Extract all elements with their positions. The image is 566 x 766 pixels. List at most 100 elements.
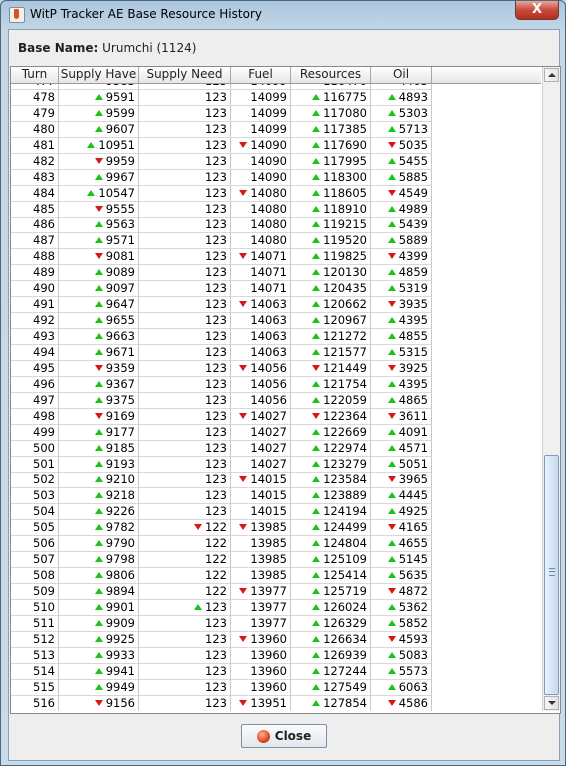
cell-value: 9790	[105, 536, 135, 551]
cell-value: 480	[33, 121, 55, 136]
cell-supply-have: 9218	[59, 488, 139, 505]
cell-supply-need: 123	[139, 297, 231, 314]
cell-supply-have: 9941	[59, 663, 139, 680]
vertical-scrollbar[interactable]	[542, 67, 560, 711]
table-row[interactable]: 505 9782 122 13985 124499 4165	[11, 520, 432, 537]
cell-oil: 4549	[371, 185, 432, 202]
table-row[interactable]: 503 9218 123 14015 123889 4445	[11, 488, 432, 505]
table-row[interactable]: 478 9591 123 14099 116775 4893	[11, 89, 432, 106]
table-row[interactable]: 488 9081 123 14071 119825 4399	[11, 249, 432, 266]
cell-supply-need: 123	[139, 153, 231, 170]
table-row[interactable]: 490 9097 123 14071 120435 5319	[11, 281, 432, 298]
table-row[interactable]: 487 9571 123 14080 119520 5889	[11, 233, 432, 250]
column-header-turn[interactable]: Turn	[11, 67, 59, 83]
window-close-button[interactable]: X	[515, 1, 559, 20]
table-row[interactable]: 486 9563 123 14080 119215 5439	[11, 217, 432, 234]
table-row[interactable]: 485 9555 123 14080 118910 4989	[11, 201, 432, 218]
cell-value: 123	[205, 297, 227, 312]
column-header-supply-need[interactable]: Supply Need	[139, 67, 231, 83]
cell-value: 123	[205, 265, 227, 280]
table-row[interactable]: 496 9367 123 14056 121754 4395	[11, 376, 432, 393]
column-header-supply-have[interactable]: Supply Have	[59, 67, 139, 83]
cell-value: 9583	[106, 84, 135, 88]
cell-resources: 122059	[291, 392, 371, 409]
table-row[interactable]: 483 9967 123 14090 118300 5885	[11, 169, 432, 186]
column-header-oil[interactable]: Oil	[371, 67, 432, 83]
table-row[interactable]: 492 9655 123 14063 120967 4395	[11, 313, 432, 330]
cell-supply-have: 9790	[59, 536, 139, 553]
java-app-icon	[9, 7, 25, 23]
cell-value: 14027	[250, 408, 287, 423]
cell-supply-need: 123	[139, 249, 231, 266]
table-row[interactable]: 482 9959 123 14090 117995 5455	[11, 153, 432, 170]
cell-value: 9655	[105, 313, 135, 328]
table-row[interactable]: 501 9193 123 14027 123279 5051	[11, 456, 432, 473]
scroll-up-button[interactable]	[544, 68, 559, 82]
table-row[interactable]: 481 10951 123 14090 117690 5035	[11, 137, 432, 154]
cell-resources: 125109	[291, 552, 371, 569]
table-row[interactable]: 493 9663 123 14063 121272 4855	[11, 329, 432, 345]
table-row[interactable]: 479 9599 123 14099 117080 5303	[11, 105, 432, 122]
column-header-fuel[interactable]: Fuel	[231, 67, 291, 83]
cell-turn: 484	[11, 185, 59, 202]
cell-oil: 5319	[371, 281, 432, 298]
table-row[interactable]: 508 9806 122 13985 125414 5635	[11, 568, 432, 585]
cell-turn: 499	[11, 424, 59, 441]
table-row[interactable]: 514 9941 123 13960 127244 5573	[11, 663, 432, 680]
table-row[interactable]: 498 9169 123 14027 122364 3611	[11, 408, 432, 425]
table-row[interactable]: 499 9177 123 14027 122669 4091	[11, 424, 432, 441]
close-button[interactable]: Close	[241, 724, 327, 748]
cell-value: 14063	[250, 297, 287, 312]
cell-value: 14090	[250, 169, 287, 184]
cell-value: 9967	[105, 169, 135, 184]
table-row[interactable]: 480 9607 123 14099 117385 5713	[11, 121, 432, 138]
table-row[interactable]: 489 9089 123 14071 120130 4859	[11, 265, 432, 282]
scrollbar-thumb[interactable]	[544, 455, 559, 695]
cell-supply-need: 123	[139, 615, 231, 632]
table-row[interactable]: 497 9375 123 14056 122059 4865	[11, 392, 432, 409]
cell-value: 123	[205, 392, 227, 407]
scroll-down-button[interactable]	[544, 696, 559, 710]
table-row[interactable]: 494 9671 123 14063 121577 5315	[11, 344, 432, 361]
table-row[interactable]: 509 9894 122 13977 125719 4872	[11, 584, 432, 600]
cell-turn: 507	[11, 552, 59, 569]
cell-resources: 117385	[291, 121, 371, 138]
cell-resources: 126634	[291, 631, 371, 648]
cell-oil: 3935	[371, 297, 432, 314]
table-row[interactable]: 484 10547 123 14080 118605 4549	[11, 185, 432, 202]
table-row[interactable]: 510 9901 123 13977 126024 5362	[11, 599, 432, 616]
cell-value: 513	[33, 647, 55, 662]
column-header-resources[interactable]: Resources	[291, 67, 371, 83]
table-row[interactable]: 507 9798 122 13985 125109 5145	[11, 552, 432, 569]
cell-turn: 508	[11, 568, 59, 585]
cell-value: 123	[205, 89, 227, 104]
table-row[interactable]: 504 9226 123 14015 124194 4925	[11, 504, 432, 521]
table-row[interactable]: 511 9909 123 13977 126329 5852	[11, 615, 432, 632]
cell-value: 9555	[105, 201, 135, 216]
cell-value: 14063	[250, 313, 287, 328]
cell-oil: 5885	[371, 169, 432, 186]
cell-oil: 3611	[371, 408, 432, 425]
cell-supply-have: 9367	[59, 376, 139, 393]
cell-value: 478	[33, 89, 55, 104]
table-row[interactable]: 506 9790 122 13985 124804 4655	[11, 536, 432, 553]
cell-supply-have: 9663	[59, 329, 139, 345]
cell-value: 9894	[105, 584, 135, 598]
cell-oil: 5635	[371, 568, 432, 585]
cell-value: 9571	[105, 233, 135, 248]
table-row[interactable]: 500 9185 123 14027 122974 4571	[11, 440, 432, 457]
table-row[interactable]: 513 9933 123 13960 126939 5083	[11, 647, 432, 664]
cell-oil: 4859	[371, 265, 432, 282]
table-row[interactable]: 516 9156 123 13951 127854 4586	[11, 695, 432, 711]
title-bar[interactable]: WitP Tracker AE Base Resource History X	[1, 1, 565, 29]
cell-value: 13977	[250, 615, 287, 630]
table-row[interactable]: 512 9925 123 13960 126634 4593	[11, 631, 432, 648]
table-row[interactable]: 515 9949 123 13960 127549 6063	[11, 679, 432, 696]
table-row[interactable]: 491 9647 123 14063 120662 3935	[11, 297, 432, 314]
table-row[interactable]: 502 9210 123 14015 123584 3965	[11, 472, 432, 489]
table-row[interactable]: 495 9359 123 14056 121449 3925	[11, 360, 432, 377]
cell-value: 14056	[250, 360, 287, 375]
cell-supply-have: 9210	[59, 472, 139, 489]
cell-value: 14015	[250, 488, 287, 503]
cell-value: 9806	[105, 568, 135, 583]
